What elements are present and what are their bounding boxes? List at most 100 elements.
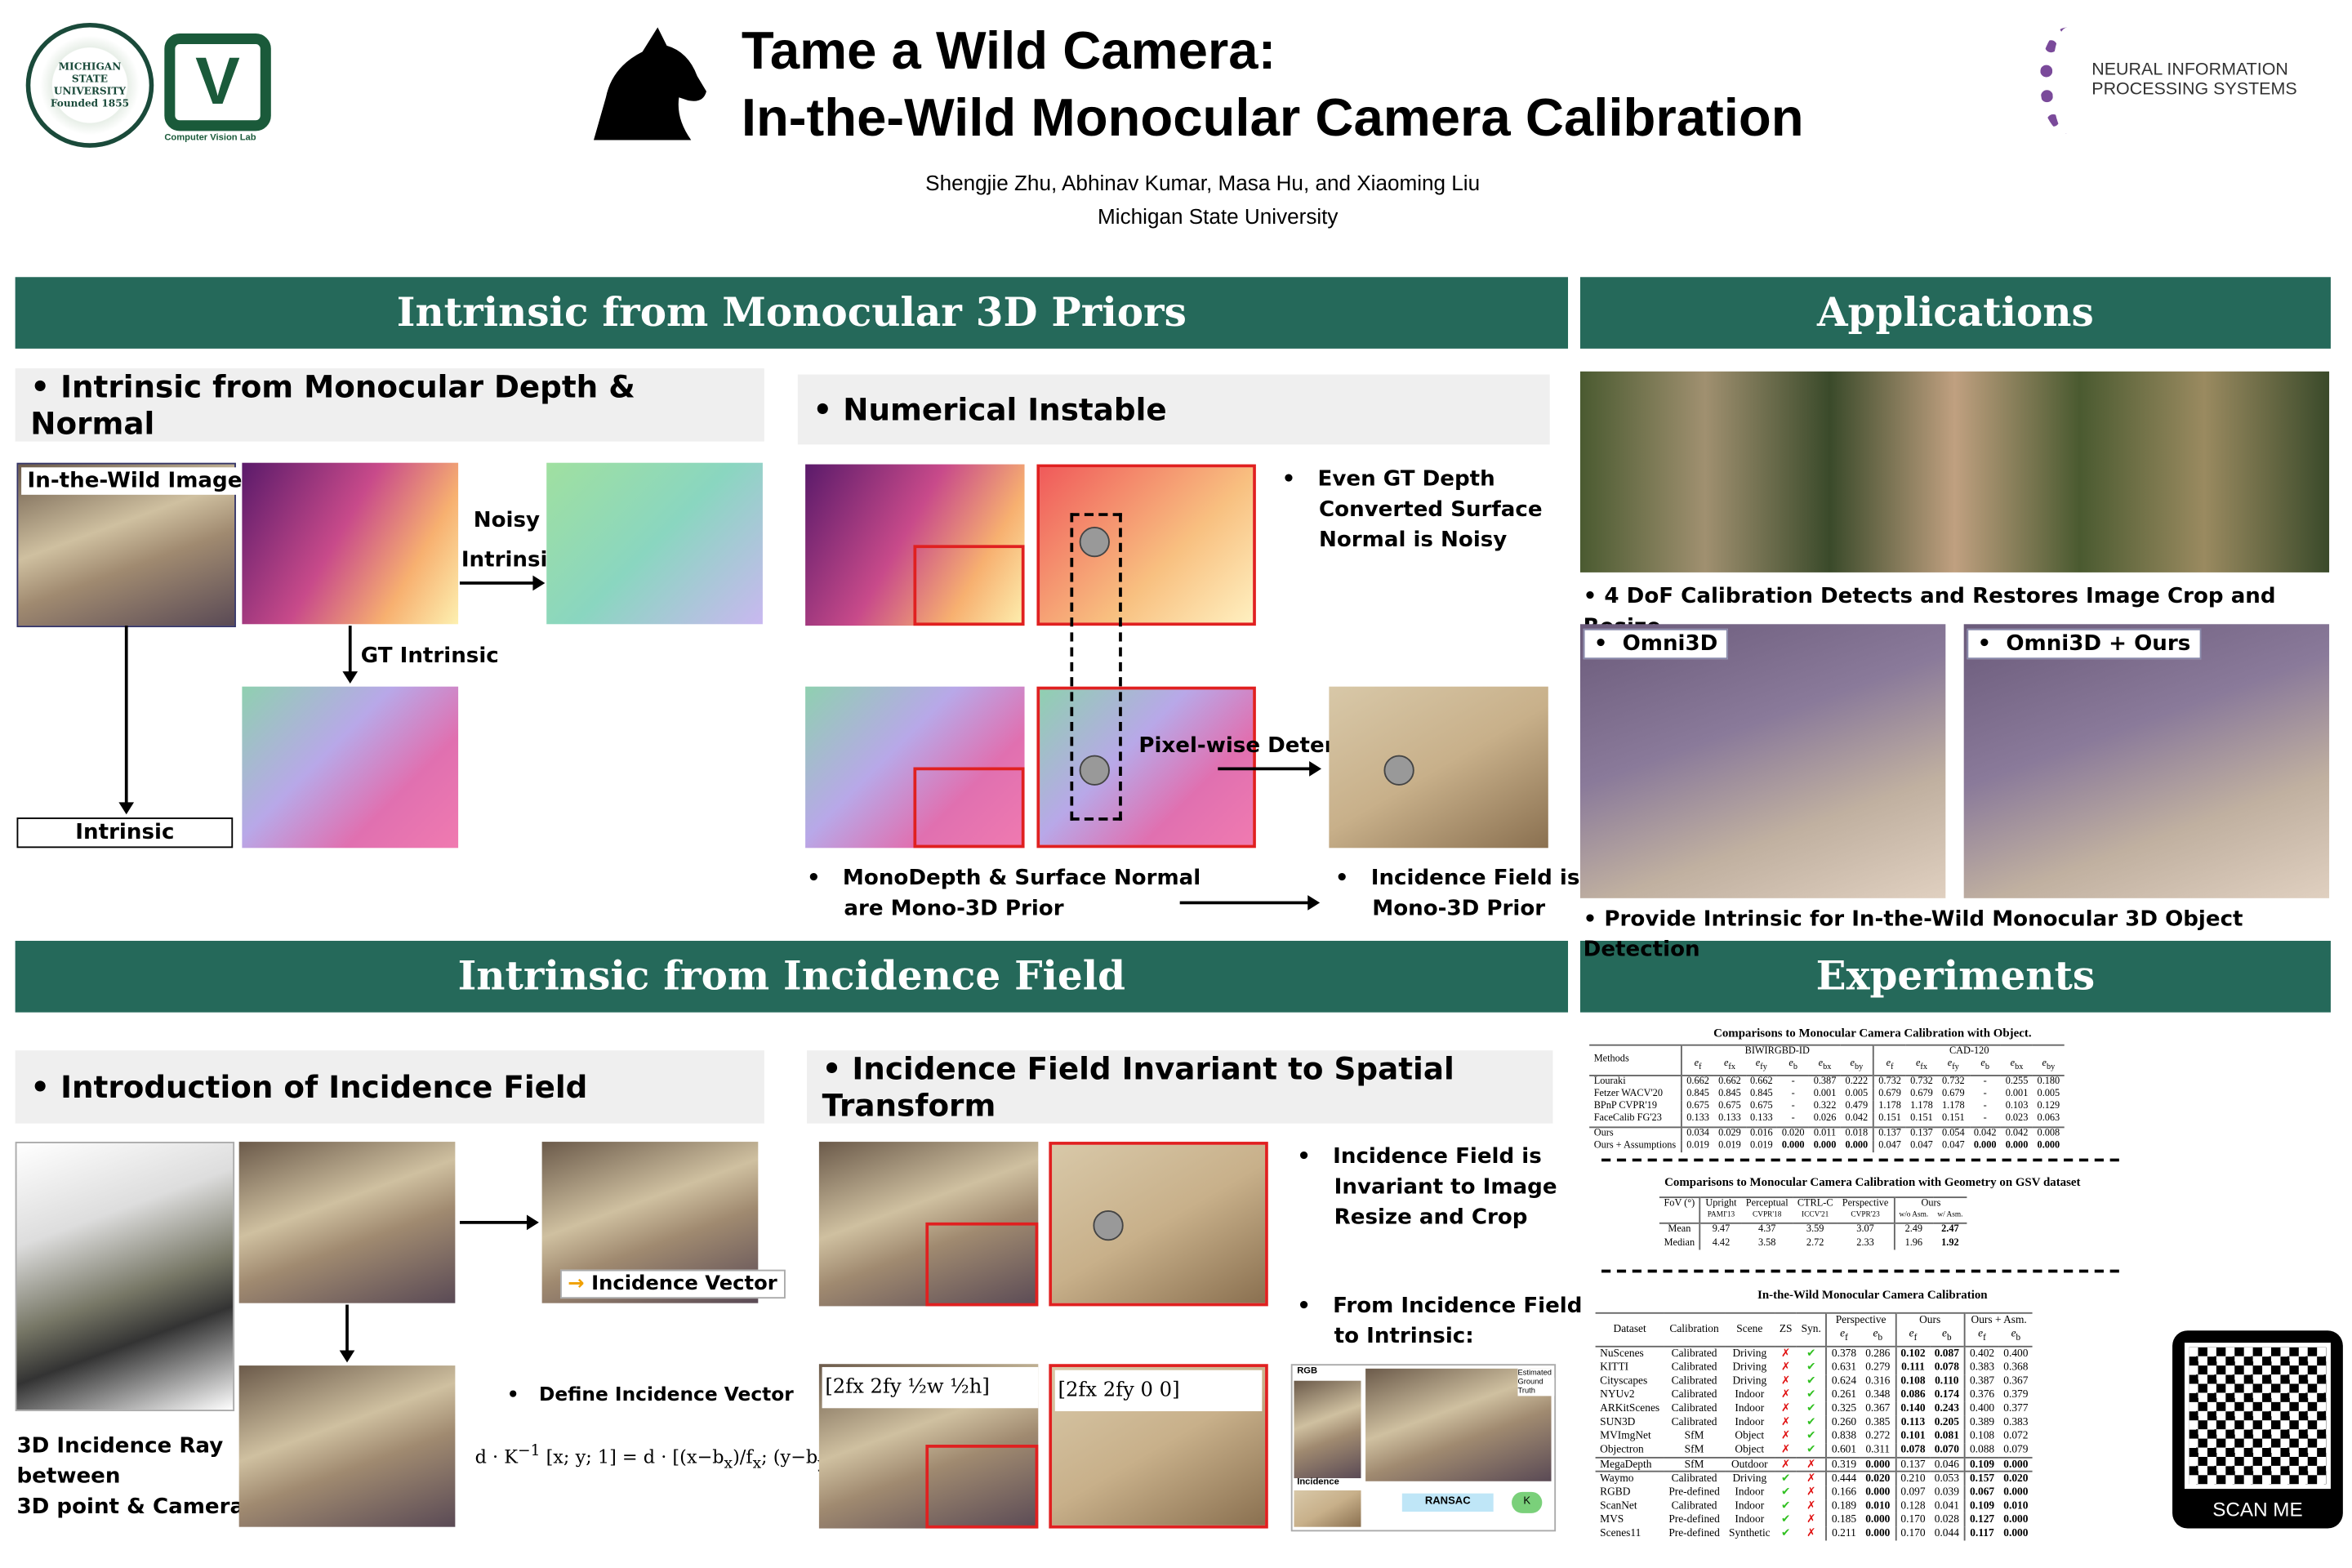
table3-container: Dataset Calibration Scene ZS Syn. Perspective…	[1595, 1312, 2034, 1541]
table-cell: 0.097	[1894, 1486, 1931, 1500]
table-cell: 0.137	[1872, 1125, 1906, 1140]
table-row: MVS Pre-defined Indoor ✔ ✗ 0.185 0.000 0.170 0.0…	[1596, 1513, 2033, 1527]
table-cell: 2.72	[1806, 1236, 1824, 1248]
depth-map-image	[242, 462, 459, 625]
text: Even GT Depth	[1317, 467, 1495, 492]
table-cell: Object	[1735, 1442, 1765, 1455]
table-cell: 0.087	[1930, 1346, 1965, 1361]
table-cell: 0.000	[1973, 1139, 1997, 1151]
table-cell: 0.041	[1934, 1499, 1959, 1512]
arrow-prior	[1179, 895, 1321, 911]
table-cell: 0.129	[2037, 1100, 2060, 1112]
header-cell: ef	[1872, 1058, 1906, 1076]
table-cell: 0.211	[1825, 1526, 1861, 1541]
header-cell: eby	[2033, 1058, 2065, 1076]
header-cell: ICCV'21	[1802, 1212, 1829, 1220]
gt-normal-image	[242, 686, 459, 849]
table-cell: 0.325	[1825, 1401, 1861, 1416]
table-cell: ✔	[1775, 1471, 1797, 1486]
text: 3D point & Camera	[16, 1494, 245, 1520]
header-cell: eb	[1777, 1058, 1809, 1076]
table-cell: ✔	[1806, 1401, 1816, 1414]
table-cell: 0.047	[1941, 1139, 1965, 1151]
table-cell: 0.081	[1934, 1428, 1959, 1441]
divider	[1601, 1158, 2119, 1162]
table-cell: 0.000	[2003, 1526, 2029, 1539]
table-cell: ✔	[1806, 1442, 1816, 1455]
qr-code[interactable]	[2184, 1343, 2331, 1490]
metric: eb	[1788, 1058, 1797, 1073]
table-cell: Driving	[1732, 1361, 1767, 1374]
poster: MICHIGAN STATE UNIVERSITY Founded 1855 V…	[0, 0, 2352, 1568]
table-cell: 0.378	[1825, 1346, 1861, 1361]
text: are Mono-3D Prior	[844, 896, 1064, 921]
table-row: Waymo Calibrated Driving ✔ ✗ 0.444 0.020 0.210 0…	[1595, 1471, 2034, 1486]
table-cell: 0.185	[1825, 1513, 1861, 1527]
header-cell: ef	[1680, 1058, 1714, 1076]
arrow-to-intrinsic	[118, 626, 135, 815]
table-cell: 0.389	[1963, 1415, 1999, 1429]
table-cell: ✔	[1780, 1486, 1791, 1499]
metric: eb	[1980, 1058, 1989, 1073]
pixel-marker	[1383, 755, 1414, 786]
crop-box	[925, 1222, 1039, 1307]
table-cell: ✗	[1806, 1499, 1816, 1512]
table-cell: Driving	[1724, 1471, 1775, 1486]
table-cell: 0.679	[1910, 1088, 1933, 1099]
omni3d-ours-image	[1963, 624, 2330, 898]
section-applications: Applications	[1579, 277, 2331, 349]
table-cell: 0.151	[1910, 1113, 1933, 1125]
highlight-box	[913, 545, 1025, 626]
table-venue-row: PAMI'13 CVPR'18 ICCV'21 CVPR'23 w/o Asm. w/ A…	[1659, 1210, 1967, 1224]
table-row: ScanNet Calibrated Indoor ✔ ✗ 0.189 0.010 0.128…	[1596, 1499, 2033, 1514]
table-cell: 0.376	[1963, 1388, 1999, 1402]
rgb-label: RGB	[1297, 1366, 1318, 1377]
header-cell: w/ Asm.	[1937, 1212, 1963, 1220]
table-cell: 0.000	[2037, 1139, 2060, 1151]
header-cell: CVPR'23	[1851, 1212, 1880, 1220]
table-row: Louraki 0.662 0.662 0.662-0.387 0.222 0.732 0.…	[1589, 1074, 2065, 1089]
table-cell: 3.59	[1793, 1223, 1838, 1237]
header-cell: efx	[1906, 1058, 1938, 1076]
table-cell: 0.166	[1825, 1486, 1861, 1500]
neurips-logo	[2039, 27, 2095, 135]
table-cell: 0.034	[1680, 1125, 1714, 1140]
table-cell: 0.023	[2005, 1113, 2029, 1125]
table-row: MVImgNet SfM Object ✗ ✔ 0.838 0.272 0.101 0.081 0…	[1596, 1428, 2033, 1443]
msu-seal-text: MICHIGAN STATE UNIVERSITY Founded 1855	[50, 60, 130, 110]
table-cell: 0.311	[1865, 1442, 1891, 1455]
title-line-1: Tame a Wild Camera:	[741, 21, 1276, 81]
divider	[1601, 1269, 2119, 1273]
header-cell: Upright	[1699, 1196, 1742, 1211]
header-cell: eby	[1841, 1058, 1873, 1076]
table2-caption: Comparisons to Monocular Camera Calibrat…	[1664, 1175, 2081, 1189]
table-cell: Calibrated	[1671, 1361, 1717, 1374]
header-cell: CVPR'18	[1753, 1212, 1782, 1220]
table-cell: 0.000	[1998, 1456, 2034, 1472]
qr-code-card[interactable]: SCAN ME	[2172, 1330, 2343, 1529]
table-cell: ✗	[1780, 1401, 1791, 1414]
table-cell: 0.133	[1680, 1113, 1714, 1127]
table-cell: 0.368	[2003, 1361, 2029, 1374]
table-cell: -	[1983, 1113, 1987, 1125]
header-cell: BIWIRGBD-ID	[1680, 1044, 1873, 1058]
table-cell: 0.046	[1930, 1456, 1965, 1472]
table-cell: 0.127	[1963, 1513, 1999, 1527]
noisy-label: Noisy	[473, 508, 540, 533]
table-row: Fetzer WACV'20 0.845 0.845 0.845 - 0.001 0.005…	[1589, 1088, 2065, 1101]
metric: eby	[2042, 1058, 2056, 1073]
table-row: BPnP CVPR'19 0.675 0.675 0.675-0.322 0.479 1.…	[1589, 1100, 2065, 1114]
metric: efx	[1915, 1058, 1927, 1073]
table-row: FaceCalib FG'23 0.133 0.133 0.133 - 0.026 0.04…	[1589, 1113, 2065, 1127]
table-cell: 1.178	[1872, 1100, 1906, 1114]
table-cell: 0.137	[1905, 1125, 1938, 1140]
table-cell: 0.102	[1894, 1346, 1931, 1361]
table-cell: Indoor	[1735, 1388, 1765, 1401]
legend-estimated: Estimated	[1517, 1368, 1552, 1379]
table-cell: 0.367	[1865, 1401, 1891, 1414]
table-cell: ✔	[1806, 1415, 1816, 1428]
metric: ebx	[1818, 1058, 1832, 1073]
table-cell: 0.079	[2003, 1442, 2029, 1455]
table-cell: 0.662	[1680, 1074, 1714, 1089]
header-cell: ef	[1825, 1327, 1861, 1348]
